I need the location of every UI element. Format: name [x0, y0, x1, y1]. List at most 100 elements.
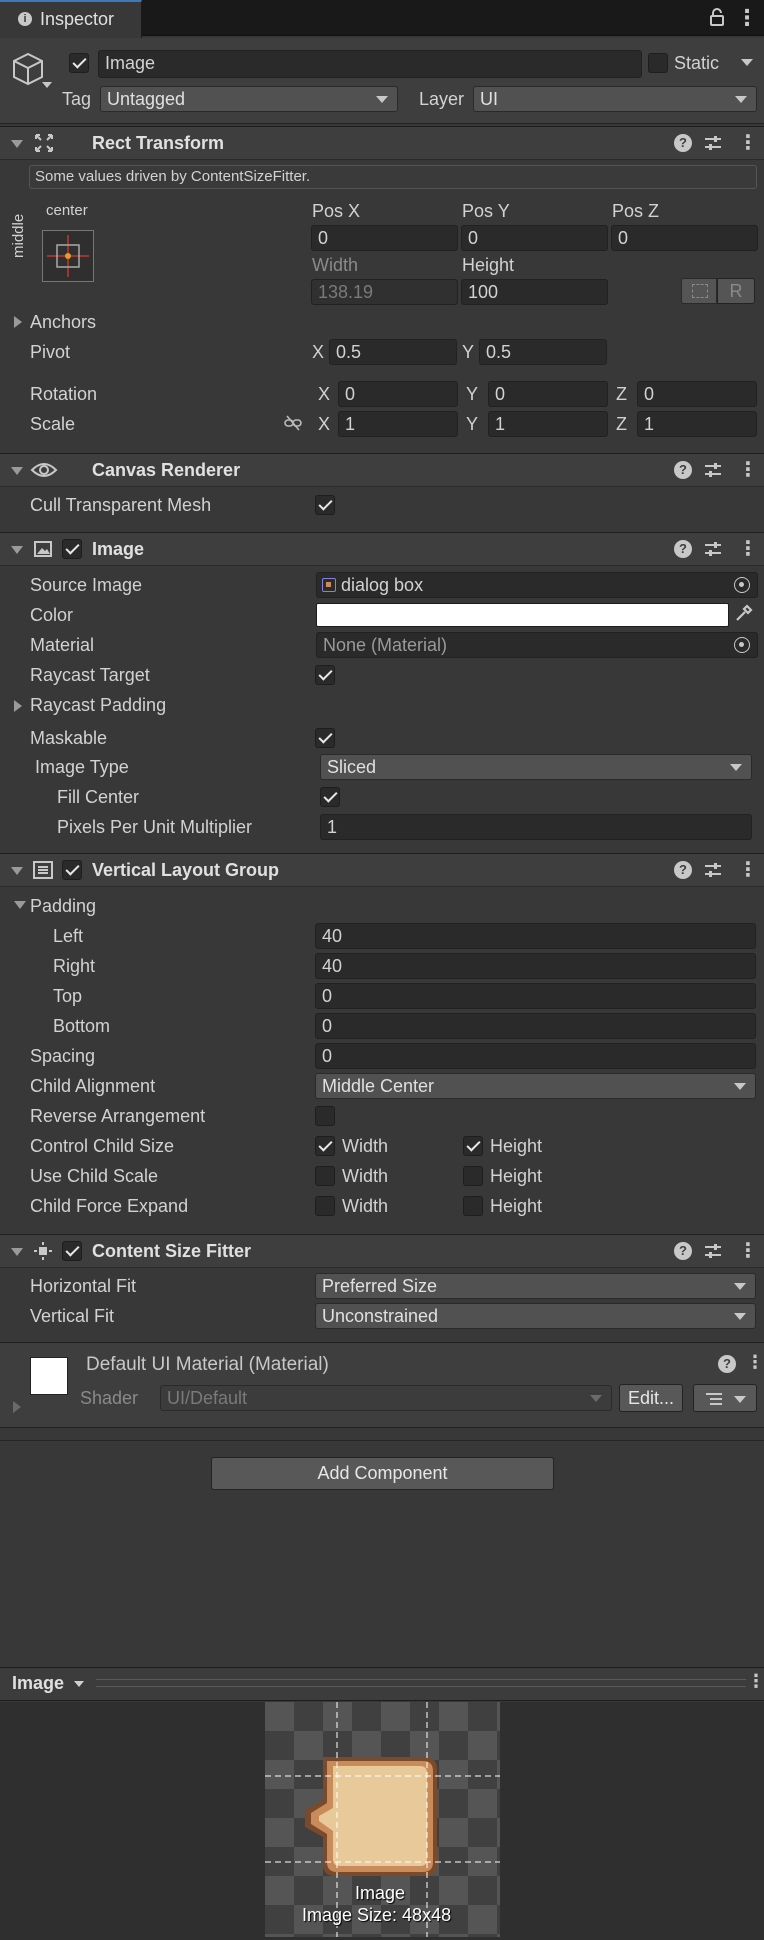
posx-field[interactable]: 0 — [311, 225, 458, 251]
canvas-renderer-title: Canvas Renderer — [92, 460, 241, 480]
material-field[interactable]: None (Material) — [316, 632, 758, 658]
image-menu-kebab-icon[interactable]: ⋮ — [738, 536, 758, 561]
raw-edit-button[interactable]: R — [717, 278, 755, 304]
preview-size-text: Image Size: 48x48 — [302, 1905, 452, 1925]
csf-presets-icon[interactable] — [704, 1242, 722, 1260]
canvas-renderer-fold-icon[interactable] — [11, 467, 23, 475]
padding-left-field[interactable]: 40 — [315, 923, 756, 949]
gameobject-cube-icon[interactable] — [10, 50, 46, 90]
rect-presets-icon[interactable] — [704, 134, 722, 152]
rot-y-field[interactable]: 0 — [488, 381, 608, 407]
anchors-fold-icon[interactable] — [14, 316, 22, 328]
horizontal-fit-dropdown[interactable]: Preferred Size — [315, 1273, 756, 1299]
padding-right-field[interactable]: 40 — [315, 953, 756, 979]
fill-center-checkbox[interactable] — [320, 787, 340, 807]
canvas-presets-icon[interactable] — [704, 461, 722, 479]
rect-menu-kebab-icon[interactable]: ⋮ — [738, 130, 758, 155]
vlg-help-icon[interactable]: ? — [674, 861, 692, 879]
csf-enabled-checkbox[interactable] — [62, 1241, 82, 1261]
material-picker-icon[interactable] — [734, 637, 750, 653]
csf-fold-icon[interactable] — [11, 1248, 23, 1256]
ccs-height-checkbox[interactable] — [463, 1136, 483, 1156]
canvas-help-icon[interactable]: ? — [674, 461, 692, 479]
rect-help-icon[interactable]: ? — [674, 134, 692, 152]
raycast-target-checkbox[interactable] — [315, 665, 335, 685]
static-checkbox[interactable] — [648, 53, 668, 73]
material-preview-swatch — [30, 1357, 68, 1395]
padding-fold-icon[interactable] — [14, 901, 26, 909]
pivot-y-axis: Y — [462, 342, 475, 362]
constrain-proportions-link-icon[interactable] — [284, 415, 302, 431]
ccs-width-checkbox[interactable] — [315, 1136, 335, 1156]
raycast-target-label: Raycast Target — [30, 665, 150, 685]
rot-z-field[interactable]: 0 — [637, 381, 757, 407]
vlg-enabled-checkbox[interactable] — [62, 860, 82, 880]
csf-menu-kebab-icon[interactable]: ⋮ — [738, 1238, 758, 1263]
padding-label[interactable]: Padding — [30, 895, 96, 917]
scale-x-field[interactable]: 1 — [338, 411, 458, 437]
material-help-icon[interactable]: ? — [718, 1355, 736, 1373]
image-enabled-checkbox[interactable] — [62, 539, 82, 559]
pivot-x-field[interactable]: 0.5 — [329, 339, 457, 365]
cull-checkbox[interactable] — [315, 495, 335, 515]
padding-bottom-field[interactable]: 0 — [315, 1013, 756, 1039]
image-presets-icon[interactable] — [704, 540, 722, 558]
posy-field[interactable]: 0 — [461, 225, 608, 251]
static-dropdown-arrow-icon[interactable] — [741, 59, 753, 66]
spacing-field[interactable]: 0 — [315, 1043, 756, 1069]
scale-y-field[interactable]: 1 — [488, 411, 608, 437]
rot-x-field[interactable]: 0 — [338, 381, 458, 407]
ucs-height-checkbox[interactable] — [463, 1166, 483, 1186]
height-field[interactable]: 100 — [461, 279, 608, 305]
blueprint-mode-button[interactable] — [681, 278, 717, 304]
pivot-y-field[interactable]: 0.5 — [479, 339, 607, 365]
cfe-width-checkbox[interactable] — [315, 1196, 335, 1216]
object-active-checkbox[interactable] — [69, 53, 89, 73]
source-image-field[interactable]: dialog box — [316, 572, 758, 598]
ucs-width-checkbox[interactable] — [315, 1166, 335, 1186]
anchor-preset-button[interactable] — [42, 230, 94, 282]
icon-dropdown-arrow-icon[interactable] — [42, 82, 52, 88]
lock-icon[interactable] — [709, 8, 725, 26]
source-picker-icon[interactable] — [734, 577, 750, 593]
tag-dropdown[interactable]: Untagged — [100, 86, 398, 112]
image-help-icon[interactable]: ? — [674, 540, 692, 558]
add-component-button[interactable]: Add Component — [211, 1457, 554, 1490]
rect-transform-fold-icon[interactable] — [11, 140, 23, 148]
material-menu-kebab-icon[interactable]: ⋮ — [746, 1352, 764, 1373]
image-fold-icon[interactable] — [11, 546, 23, 554]
layer-dropdown[interactable]: UI — [473, 86, 757, 112]
csf-help-icon[interactable]: ? — [674, 1242, 692, 1260]
ccs-width-label: Width — [342, 1136, 389, 1156]
posz-field[interactable]: 0 — [611, 225, 758, 251]
posy-label: Pos Y — [462, 201, 510, 221]
canvas-menu-kebab-icon[interactable]: ⋮ — [738, 457, 758, 482]
shader-options-button[interactable] — [693, 1384, 757, 1412]
ucs-width-label: Width — [342, 1166, 389, 1186]
scale-y-axis: Y — [466, 414, 479, 434]
eyedropper-icon[interactable] — [733, 602, 753, 624]
preview-drag-handle[interactable] — [96, 1679, 746, 1687]
padding-top-field[interactable]: 0 — [315, 983, 756, 1009]
raycast-padding-fold-icon[interactable] — [14, 700, 22, 712]
edit-shader-button[interactable]: Edit... — [619, 1384, 683, 1412]
cfe-height-checkbox[interactable] — [463, 1196, 483, 1216]
vlg-menu-kebab-icon[interactable]: ⋮ — [738, 857, 758, 882]
maskable-checkbox[interactable] — [315, 728, 335, 748]
tab-menu-kebab-icon[interactable]: ⋮ — [736, 5, 758, 31]
raycast-padding-label[interactable]: Raycast Padding — [30, 694, 166, 716]
material-fold-icon[interactable] — [13, 1401, 21, 1413]
preview-menu-kebab-icon[interactable]: ⋮ — [747, 1671, 764, 1692]
vlg-presets-icon[interactable] — [704, 861, 722, 879]
object-name-field[interactable]: Image — [98, 50, 642, 78]
image-type-dropdown[interactable]: Sliced — [320, 754, 752, 780]
vlg-fold-icon[interactable] — [11, 867, 23, 875]
anchors-label[interactable]: Anchors — [30, 311, 96, 333]
child-alignment-dropdown[interactable]: Middle Center — [315, 1073, 756, 1099]
reverse-arrangement-checkbox[interactable] — [315, 1106, 335, 1126]
preview-dropdown[interactable]: Image — [12, 1672, 85, 1694]
scale-z-field[interactable]: 1 — [637, 411, 757, 437]
vertical-fit-dropdown[interactable]: Unconstrained — [315, 1303, 756, 1329]
ppu-field[interactable]: 1 — [320, 814, 752, 840]
color-swatch[interactable] — [316, 603, 729, 627]
